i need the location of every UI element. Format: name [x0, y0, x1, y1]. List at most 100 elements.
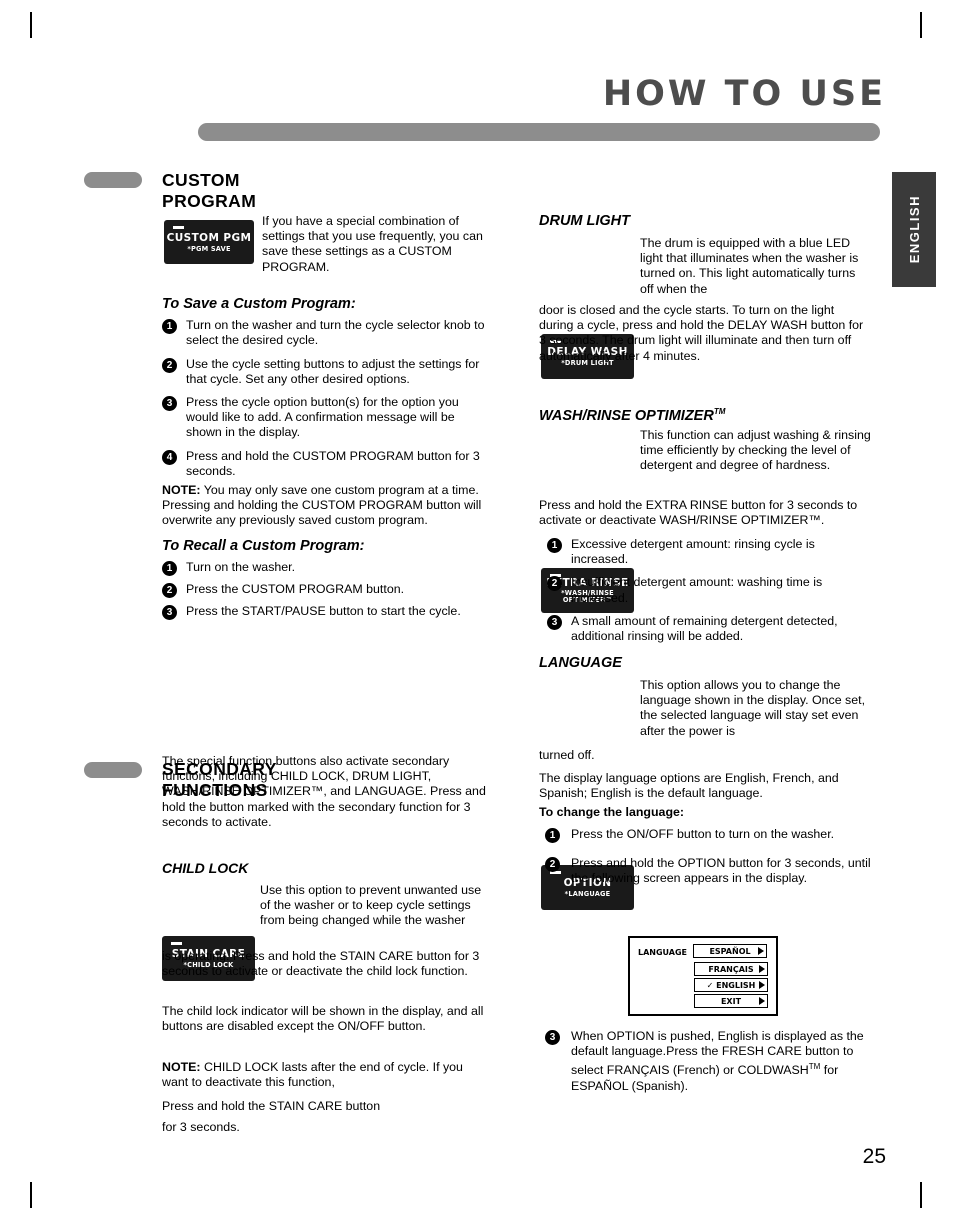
option-label: ✓ ENGLISH — [706, 980, 756, 990]
option-label: FRANÇAIS — [708, 964, 754, 974]
page-title: HOW TO USE — [602, 74, 886, 114]
wash-rinse-optimizer-steps: 1 Excessive detergent amount: rinsing cyc… — [547, 537, 872, 652]
child-lock-para4: for 3 seconds. — [162, 1120, 240, 1134]
list-item: 3 When OPTION is pushed, English is disp… — [545, 1029, 872, 1094]
custom-program-body: To Save a Custom Program: 1 Turn on the w… — [162, 296, 490, 627]
custom-pgm-button-sublabel: *PGM SAVE — [187, 244, 231, 253]
child-lock-continued: is operating. Press and hold the STAIN C… — [162, 949, 480, 979]
step-number: 2 — [162, 583, 177, 599]
optimizer-step-list: 1 Excessive detergent amount: rinsing cyc… — [547, 537, 872, 644]
list-item: 1 Excessive detergent amount: rinsing cyc… — [547, 537, 872, 567]
chevron-right-icon — [759, 981, 765, 989]
step-number: 2 — [547, 576, 562, 592]
custom-pgm-button-graphic: CUSTOM PGM *PGM SAVE — [164, 220, 254, 264]
language-option-francais[interactable]: FRANÇAIS — [694, 962, 768, 976]
crop-mark — [920, 1182, 922, 1208]
trademark-symbol: TM — [808, 1062, 821, 1072]
header-bar — [198, 123, 880, 141]
page-number: 25 — [862, 1145, 886, 1168]
list-item: 3 Press the cycle option button(s) for th… — [162, 395, 490, 441]
note-text: CHILD LOCK lasts after the end of cycle.… — [162, 1060, 463, 1090]
page: HOW TO USE ENGLISH CUSTOM PROGRAM CUSTOM… — [0, 0, 954, 1217]
section-title-custom-program: CUSTOM PROGRAM — [162, 170, 257, 211]
option-label: ESPAÑOL — [709, 946, 751, 956]
step-number: 3 — [162, 396, 177, 412]
crop-mark — [30, 1182, 32, 1208]
list-item: 1 Press the ON/OFF button to turn on the … — [545, 827, 872, 843]
step-text: Press the cycle option button(s) for the… — [186, 395, 459, 440]
step-text: Press the CUSTOM PROGRAM button. — [186, 582, 405, 597]
language-side-tab: ENGLISH — [892, 172, 936, 287]
drum-light-heading: DRUM LIGHT — [539, 213, 631, 229]
save-custom-program-heading: To Save a Custom Program: — [162, 296, 356, 312]
secondary-functions-intro: The special function buttons also activa… — [162, 754, 486, 829]
step-text: A small amount of remaining detergent de… — [571, 613, 838, 644]
list-item: 2 Press and hold the OPTION button for 3 … — [545, 856, 872, 886]
heading-text: WASH/RINSE OPTIMIZER — [539, 407, 714, 424]
crop-mark — [30, 12, 32, 38]
option-label: EXIT — [720, 996, 742, 1006]
step-number: 1 — [162, 560, 177, 576]
step-number: 1 — [162, 319, 177, 335]
chevron-right-icon — [758, 947, 765, 955]
step-text: Turn on the washer and turn the cycle se… — [186, 318, 485, 348]
step-number: 1 — [547, 538, 562, 553]
step-number: 1 — [545, 828, 560, 843]
language-option-exit[interactable]: EXIT — [694, 994, 768, 1008]
language-continued: turned off. — [539, 748, 595, 762]
list-item: 2 Use the cycle setting buttons to adjust… — [162, 357, 490, 387]
note-label: NOTE: — [162, 483, 201, 498]
screen-label: LANGUAGE — [638, 947, 688, 957]
list-item: 1 Turn on the washer and turn the cycle s… — [162, 318, 490, 348]
language-option-espanol[interactable]: ESPAÑOL — [693, 944, 768, 958]
step-number: 3 — [162, 605, 177, 621]
child-lock-wrap-text: Use this option to prevent unwanted use … — [260, 883, 482, 928]
step-text: Use the cycle setting buttons to adjust … — [186, 356, 480, 386]
custom-pgm-button-label: CUSTOM PGM — [166, 231, 252, 244]
list-item: 3 Press the START/PAUSE button to start t… — [162, 604, 490, 621]
language-step-list: 1 Press the ON/OFF button to turn on the … — [545, 827, 872, 887]
section-bar — [84, 762, 142, 778]
child-lock-para2: The child lock indicator will be shown i… — [162, 1004, 484, 1034]
language-step3-list: 3 When OPTION is pushed, English is disp… — [545, 1029, 872, 1094]
section-bar — [84, 172, 142, 188]
list-item: 1 Turn on the washer. — [162, 559, 490, 576]
crop-mark — [920, 12, 922, 38]
list-item: 4 Press and hold the CUSTOM PROGRAM butto… — [162, 449, 490, 479]
step-number: 4 — [162, 449, 177, 465]
trademark-symbol: TM — [713, 407, 726, 416]
list-item: 2 Insufficient detergent amount: washing … — [547, 575, 872, 605]
wash-rinse-optimizer-wrap-text: This function can adjust washing & rinsi… — [640, 428, 871, 473]
language-para2: The display language options are English… — [539, 771, 839, 801]
drum-light-wrap-text: The drum is equipped with a blue LED lig… — [640, 236, 859, 296]
language-option-english[interactable]: ✓ ENGLISH — [694, 978, 768, 992]
step-number: 2 — [545, 857, 560, 873]
step-text: Press the START/PAUSE button to start th… — [186, 604, 461, 619]
step-text: Press and hold the CUSTOM PROGRAM button… — [186, 448, 480, 478]
custom-program-note: NOTE: You may only save one custom progr… — [162, 483, 490, 529]
language-steps: 1 Press the ON/OFF button to turn on the … — [545, 827, 872, 895]
chevron-right-icon — [759, 997, 765, 1005]
step-text: Press the ON/OFF button to turn on the w… — [571, 827, 835, 841]
step-text: Turn on the washer. — [186, 559, 296, 574]
step-text: Excessive detergent amount: rinsing cycl… — [571, 537, 815, 567]
language-display-screen: LANGUAGE ESPAÑOL FRANÇAIS ✓ ENGLISH EXIT — [628, 936, 778, 1016]
save-custom-program-steps: 1 Turn on the washer and turn the cycle s… — [162, 318, 490, 479]
button-dash-indicator — [171, 942, 182, 945]
recall-custom-program-heading: To Recall a Custom Program: — [162, 537, 365, 554]
note-label: NOTE: — [162, 1060, 201, 1074]
step-number: 2 — [162, 357, 177, 373]
language-wrap-text: This option allows you to change the lan… — [640, 678, 866, 738]
step-number: 3 — [547, 614, 562, 630]
note-text: You may only save one custom program at … — [162, 483, 482, 528]
wash-rinse-optimizer-heading: WASH/RINSE OPTIMIZERTM — [539, 404, 725, 424]
change-language-heading-text: To change the language: — [539, 805, 685, 819]
language-heading: LANGUAGE — [539, 655, 622, 671]
child-lock-heading: CHILD LOCK — [162, 860, 249, 876]
step-text: Insufficient detergent amount: washing t… — [571, 575, 823, 605]
drum-light-continued: door is closed and the cycle starts. To … — [539, 303, 864, 363]
change-language-heading: To change the language: — [539, 805, 872, 820]
step-text: Press and hold the OPTION button for 3 s… — [571, 856, 871, 886]
list-item: 3 A small amount of remaining detergent d… — [547, 614, 872, 644]
chevron-right-icon — [759, 965, 765, 973]
